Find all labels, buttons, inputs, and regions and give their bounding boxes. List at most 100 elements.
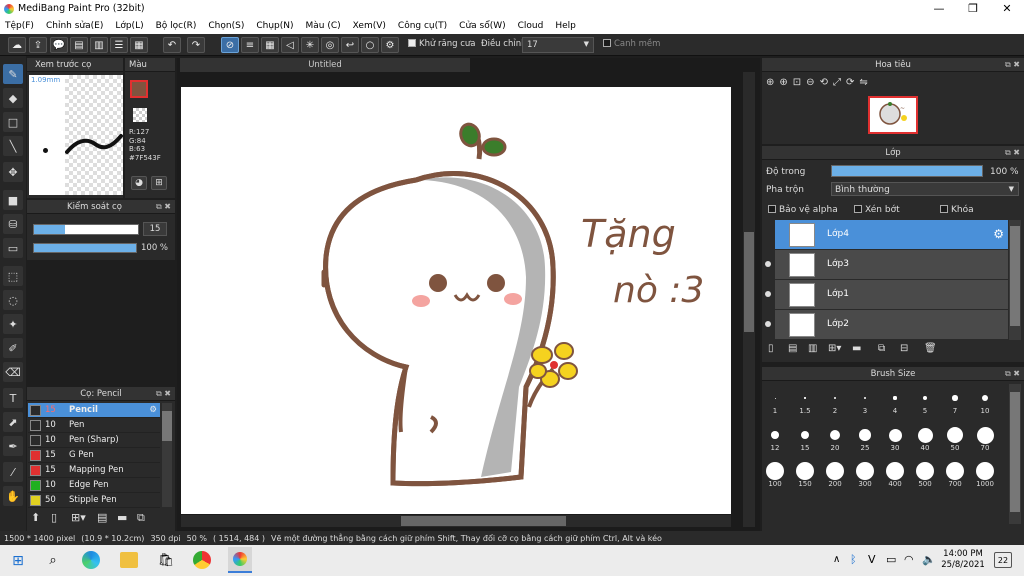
visibility-icon[interactable] [765, 321, 771, 327]
color-picker-icon[interactable]: ⊞ [151, 176, 167, 190]
eraser-tool-icon[interactable]: ◆ [3, 88, 23, 108]
brush-size-slider[interactable] [33, 224, 139, 235]
brush-menu-icon[interactable]: ⊞▾ [71, 511, 91, 527]
brush-size-scrollbar[interactable] [1009, 384, 1021, 524]
bluetooth-icon[interactable]: ᛒ [850, 553, 857, 566]
brush-folder-icon[interactable]: ▬ [117, 511, 133, 527]
add-brush-icon[interactable]: ⬆ [31, 511, 47, 527]
edge-checkbox[interactable]: Canh mềm [603, 39, 660, 49]
brush-list-scrollbar[interactable] [162, 403, 172, 507]
grid-snap-icon[interactable]: ▦ [261, 37, 279, 53]
brush-size-dot[interactable] [893, 396, 897, 400]
brush-list-item[interactable]: 10 Edge Pen [28, 478, 160, 493]
menu-snap[interactable]: Chụp(N) [256, 21, 293, 31]
brush-size-dot[interactable] [826, 462, 844, 480]
menu-edit[interactable]: Chỉnh sửa(E) [46, 21, 103, 31]
brush-list-item[interactable]: 15 Mapping Pen [28, 463, 160, 478]
select-pen-icon[interactable]: ✐ [3, 338, 23, 358]
select-eraser-icon[interactable]: ⌫ [3, 362, 23, 382]
line-tool-icon[interactable]: ╲ [3, 136, 23, 156]
menu-filter[interactable]: Bộ lọc(R) [156, 21, 197, 31]
layer-row[interactable]: Lớp1 [765, 280, 1008, 310]
brush-list-item[interactable]: 50 Stipple Pen [28, 493, 160, 508]
rotate-right-icon[interactable]: ⟳ [846, 77, 854, 88]
brush-size-dot[interactable] [766, 462, 784, 480]
menu-tools[interactable]: Công cụ(T) [398, 21, 447, 31]
brush-settings-icon[interactable]: ▤ [97, 511, 113, 527]
redo-icon[interactable]: ↷ [187, 37, 205, 53]
cloud-icon[interactable]: ☁ [8, 37, 26, 53]
canvas-horizontal-scrollbar[interactable] [181, 515, 731, 527]
flip-icon[interactable]: ⇋ [859, 77, 867, 88]
panel-pin-icon[interactable]: ⧉ ✖ [1005, 369, 1020, 379]
brush-list-item[interactable]: 15 G Pen [28, 448, 160, 463]
antialias-checkbox[interactable]: Khử răng cưa [408, 39, 476, 49]
layer-row[interactable]: Lớp4 ⚙ [775, 220, 1008, 250]
layer-folder-icon[interactable]: ▬ [852, 343, 861, 354]
brush-size-dot[interactable] [917, 427, 933, 443]
zoom-in-icon[interactable]: ⊕ [766, 77, 774, 88]
adjust-select[interactable]: 17 ▼ [522, 37, 594, 53]
parallel-snap-icon[interactable]: ≡ [241, 37, 259, 53]
duplicate-layer-icon[interactable]: ⧉ [878, 343, 885, 354]
move-tool-icon[interactable]: ✥ [3, 162, 23, 182]
brush-settings-gear-icon[interactable]: ⚙ [149, 405, 157, 415]
fill-rect-tool-icon[interactable]: ■ [3, 190, 23, 210]
foreground-color-swatch[interactable] [130, 80, 148, 98]
menu-window[interactable]: Cửa sổ(W) [459, 21, 505, 31]
zoom-out-icon[interactable]: ⊖ [806, 77, 814, 88]
file-explorer-icon[interactable] [120, 552, 138, 568]
store-icon[interactable]: 🛍 [157, 551, 175, 569]
grid-icon[interactable]: ▦ [130, 37, 148, 53]
layer-settings-gear-icon[interactable]: ⚙ [993, 227, 1004, 241]
magic-wand-icon[interactable]: ✦ [3, 314, 23, 334]
menu-cloud[interactable]: Cloud [518, 21, 544, 31]
medibang-taskbar-icon[interactable] [228, 547, 252, 573]
brush-size-dot[interactable] [771, 431, 779, 439]
select-rect-icon[interactable]: ⬚ [3, 266, 23, 286]
layer-row[interactable]: Lớp2 [765, 310, 1008, 340]
new-brush-icon[interactable]: ▯ [51, 511, 67, 527]
brush-size-dot[interactable] [976, 462, 994, 480]
brush-size-dot[interactable] [804, 397, 806, 399]
brush-list-item[interactable]: 15 Pencil ⚙ [28, 403, 160, 418]
palette-icon[interactable]: ◕ [131, 176, 147, 190]
gradient-tool-icon[interactable]: ▭ [3, 238, 23, 258]
wifi-icon[interactable]: ◠ [904, 553, 914, 566]
new-8bit-layer-icon[interactable]: ▥ [808, 343, 817, 354]
circle-snap-icon[interactable]: ○ [361, 37, 379, 53]
brush-size-value[interactable]: 15 [143, 222, 167, 236]
menu-select[interactable]: Chọn(S) [208, 21, 244, 31]
panel-pin-icon[interactable]: ⧉ ✖ [156, 389, 171, 399]
close-button[interactable]: ✕ [990, 0, 1024, 17]
drawing-canvas[interactable]: Tặng nò :3 [181, 87, 731, 514]
brush-size-dot[interactable] [946, 462, 964, 480]
layer-opacity-slider[interactable] [831, 165, 983, 177]
brush-size-dot[interactable] [834, 397, 836, 399]
snap-off-icon[interactable]: ⊘ [221, 37, 239, 53]
brush-size-dot[interactable] [916, 462, 934, 480]
fit-screen-icon[interactable]: ⤢ [833, 77, 841, 88]
new-halftone-layer-icon[interactable]: ▤ [788, 343, 797, 354]
text-tool-icon[interactable]: T [3, 388, 23, 408]
clock[interactable]: 14:00 PM 25/8/2021 [938, 549, 988, 571]
undo-icon[interactable]: ↶ [163, 37, 181, 53]
menu-file[interactable]: Tệp(F) [5, 21, 34, 31]
settings-icon[interactable]: ⚙ [381, 37, 399, 53]
panel-pin-icon[interactable]: ⧉ ✖ [156, 202, 171, 212]
concentric-snap-icon[interactable]: ◎ [321, 37, 339, 53]
battery-icon[interactable]: ▭ [886, 553, 896, 566]
brush-size-dot[interactable] [976, 426, 994, 444]
blend-select[interactable]: Bình thường ▼ [831, 182, 1019, 196]
visibility-icon[interactable] [765, 291, 771, 297]
search-icon[interactable]: ⌕ [45, 552, 61, 568]
delete-layer-icon[interactable]: 🗑 [924, 343, 937, 354]
layer-add-menu-icon[interactable]: ⊞▾ [828, 343, 841, 354]
brush-size-dot[interactable] [830, 430, 840, 440]
lock-checkbox[interactable]: Khóa [940, 205, 974, 215]
perspective-snap-icon[interactable]: ◁ [281, 37, 299, 53]
protect-alpha-checkbox[interactable]: Bảo vệ alpha [768, 205, 838, 215]
brush-size-dot[interactable] [888, 428, 902, 442]
comment-icon[interactable]: ▤ [70, 37, 88, 53]
volume-icon[interactable]: 🔈 [922, 553, 936, 566]
